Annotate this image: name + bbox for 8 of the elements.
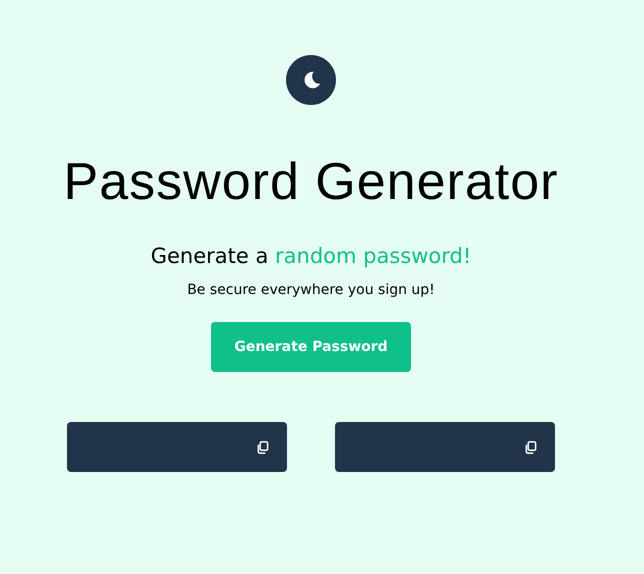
subtitle-highlight: random password! xyxy=(275,244,472,268)
generate-password-button[interactable]: Generate Password xyxy=(211,322,411,372)
subtitle-text: Generate a xyxy=(150,244,268,268)
copy-icon[interactable] xyxy=(524,440,537,454)
theme-toggle-button[interactable] xyxy=(286,55,336,105)
tagline-text: Be secure everywhere you sign up! xyxy=(187,281,435,300)
copy-icon[interactable] xyxy=(256,440,269,454)
page-title: Password Generator xyxy=(64,152,558,212)
